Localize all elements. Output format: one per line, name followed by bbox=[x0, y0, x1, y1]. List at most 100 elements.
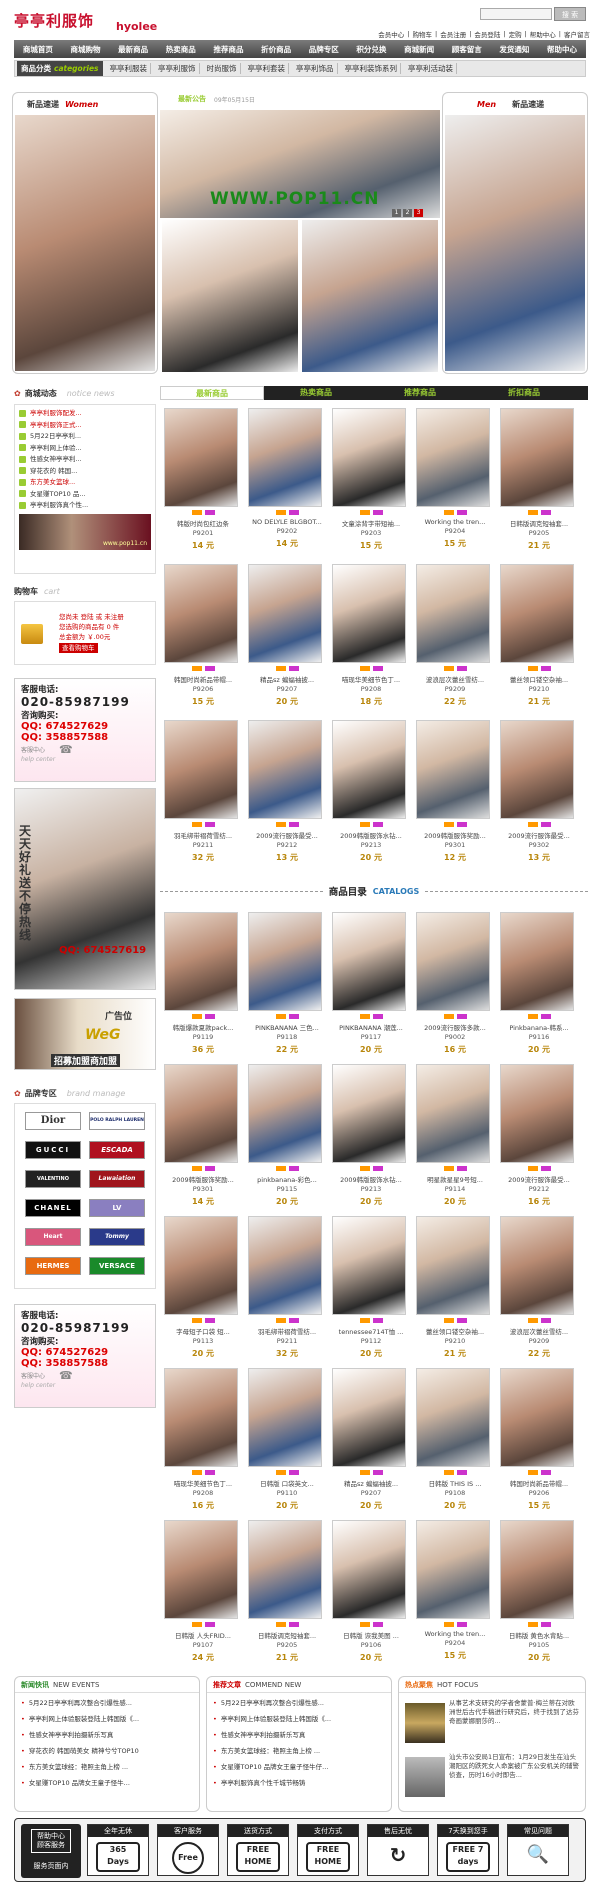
product-image[interactable] bbox=[164, 720, 238, 819]
nav-item[interactable]: 发货通知 bbox=[499, 44, 529, 55]
product-image[interactable] bbox=[500, 912, 574, 1011]
product-card[interactable]: 波浪层次蕾丝雪纺... P9209 22 元 bbox=[500, 1216, 578, 1361]
news-item[interactable]: 东方美女篮球... bbox=[19, 477, 151, 489]
pager-button[interactable]: 1 bbox=[392, 209, 401, 217]
product-name[interactable]: 2009流行服饰最受... bbox=[248, 830, 326, 840]
brand-logo[interactable]: VALENTINO bbox=[25, 1170, 81, 1188]
product-image[interactable] bbox=[164, 1064, 238, 1163]
product-image[interactable] bbox=[164, 408, 238, 507]
product-card[interactable]: PINKBANANA 三色... P9118 22 元 bbox=[248, 912, 326, 1057]
product-image[interactable] bbox=[164, 1368, 238, 1467]
product-card[interactable]: 字母短子口袋 短... P9113 20 元 bbox=[164, 1216, 242, 1361]
product-card[interactable]: 2009韩版服饰水钻... P9213 20 元 bbox=[332, 720, 410, 865]
news-item[interactable]: 亭亭利服饰配发... bbox=[19, 408, 151, 420]
product-name[interactable]: 日韩版 人头FRID... bbox=[164, 1630, 242, 1640]
product-image[interactable] bbox=[500, 1368, 574, 1467]
brand-logo[interactable]: Heart bbox=[25, 1228, 81, 1246]
nav-item[interactable]: 推荐商品 bbox=[213, 44, 243, 55]
product-card[interactable]: Working the tren... P9204 15 元 bbox=[416, 1520, 494, 1665]
product-name[interactable]: NO DELYLE BLGBOT... bbox=[248, 518, 326, 526]
product-image[interactable] bbox=[248, 1520, 322, 1619]
news-item[interactable]: 亭亭利服饰正式... bbox=[19, 420, 151, 432]
product-card[interactable]: 2009韩版服饰奖励... P9301 14 元 bbox=[164, 1064, 242, 1209]
hot-focus-text[interactable]: 从事艺术支研究的学者舍蒙普·梅兰蒂在对欧洲世后古代手稿进行研究后，终于找到了达芬… bbox=[449, 1699, 581, 1745]
view-cart-button[interactable]: 查看购物车 bbox=[59, 643, 98, 653]
product-image[interactable] bbox=[416, 1368, 490, 1467]
news-link[interactable]: 亭亭利网上体验服装登陆上韩国版《... bbox=[21, 1711, 193, 1727]
top-link[interactable]: 会员注册 bbox=[440, 29, 466, 39]
product-name[interactable]: 韩国时尚新品带帽... bbox=[164, 674, 242, 684]
banner-photo-left[interactable] bbox=[162, 220, 298, 372]
service-faq[interactable]: 常见问题 🔍 bbox=[507, 1824, 569, 1876]
product-card[interactable]: 文童涂背字带短袖... P9203 15 元 bbox=[332, 408, 410, 553]
product-card[interactable]: NO DELYLE BLGBOT... P9202 14 元 bbox=[248, 408, 326, 553]
product-card[interactable]: 2009流行服饰最受... P9212 13 元 bbox=[248, 720, 326, 865]
product-image[interactable] bbox=[416, 408, 490, 507]
product-card[interactable]: 蕾丝领口镂空杂袖... P9210 21 元 bbox=[500, 564, 578, 709]
service-aftersale[interactable]: 售后无忧 ↻ bbox=[367, 1824, 429, 1876]
product-name[interactable]: 文童涂背字带短袖... bbox=[332, 518, 410, 528]
product-card[interactable]: 2009流行服饰多款... P9002 16 元 bbox=[416, 912, 494, 1057]
product-card[interactable]: 日韩版 THIS IS ... P9108 20 元 bbox=[416, 1368, 494, 1513]
product-name[interactable]: tennessee714T恤 ... bbox=[332, 1326, 410, 1336]
brand-logo[interactable]: Dior bbox=[25, 1112, 81, 1130]
product-card[interactable]: PINKBANANA 潮莲... P9117 20 元 bbox=[332, 912, 410, 1057]
pager-button[interactable]: 2 bbox=[403, 209, 412, 217]
pager-button-active[interactable]: 3 bbox=[414, 209, 423, 217]
tab-recommend[interactable]: 推荐商品 bbox=[368, 386, 472, 400]
product-card[interactable]: 日韩版调克短袖套... P9205 21 元 bbox=[248, 1520, 326, 1665]
tab-new[interactable]: 最新商品 bbox=[160, 386, 264, 400]
service-delivery[interactable]: 送货方式 FREE HOME bbox=[227, 1824, 289, 1876]
product-name[interactable]: 精品sz 蝙蝠袖披... bbox=[248, 674, 326, 684]
product-image[interactable] bbox=[416, 1064, 490, 1163]
product-name[interactable]: 明星款星星9号短... bbox=[416, 1174, 494, 1184]
category-item[interactable]: 亭亭利服饰 bbox=[155, 63, 200, 74]
product-image[interactable] bbox=[332, 1520, 406, 1619]
article-link[interactable]: 5月22日亭亭利再次整合引爆性感... bbox=[213, 1695, 385, 1711]
product-name[interactable]: Working the tren... bbox=[416, 1630, 494, 1638]
product-image[interactable] bbox=[416, 564, 490, 663]
nav-item[interactable]: 商城购物 bbox=[70, 44, 100, 55]
product-card[interactable]: tennessee714T恤 ... P9112 20 元 bbox=[332, 1216, 410, 1361]
product-card[interactable]: 日韩版 诙我美图 ... P9106 20 元 bbox=[332, 1520, 410, 1665]
news-thumbnail[interactable] bbox=[405, 1757, 445, 1797]
banner-photo-right[interactable] bbox=[302, 220, 438, 372]
brand-logo[interactable]: CHANEL bbox=[25, 1199, 81, 1217]
news-footer-banner[interactable]: www.pop11.cn bbox=[19, 513, 151, 550]
product-card[interactable]: 2009韩版服饰奖励... P9301 12 元 bbox=[416, 720, 494, 865]
product-name[interactable]: pinkbanana-彩色... bbox=[248, 1174, 326, 1184]
category-item[interactable]: 亭亭利装饰系列 bbox=[342, 63, 402, 74]
nav-item[interactable]: 商城新闻 bbox=[404, 44, 434, 55]
nav-item[interactable]: 最新商品 bbox=[118, 44, 148, 55]
product-image[interactable] bbox=[500, 1064, 574, 1163]
product-name[interactable]: 羽毛绑带褶荷雪纺... bbox=[248, 1326, 326, 1336]
product-name[interactable]: 羽毛绑带褶荷雪纺... bbox=[164, 830, 242, 840]
service-customer[interactable]: 客户服务 Free bbox=[157, 1824, 219, 1876]
product-name[interactable]: 日韩版调克短袖套... bbox=[248, 1630, 326, 1640]
top-link[interactable]: 会员登陆 bbox=[474, 29, 500, 39]
product-image[interactable] bbox=[416, 1216, 490, 1315]
news-link[interactable]: 性感女神亭亭利拍摄新乐写真 bbox=[21, 1727, 193, 1743]
promo-banner[interactable]: 天天好礼送不停热线 QQ: 674527619 bbox=[14, 788, 156, 990]
product-name[interactable]: 波浪层次蕾丝雪纺... bbox=[500, 1326, 578, 1336]
product-image[interactable] bbox=[416, 720, 490, 819]
product-name[interactable]: 韩国时尚新品带帽... bbox=[500, 1478, 578, 1488]
category-item[interactable]: 时尚服饰 bbox=[204, 63, 241, 74]
product-name[interactable]: 喵现华美细节色丁... bbox=[332, 674, 410, 684]
product-image[interactable] bbox=[248, 408, 322, 507]
product-name[interactable]: 2009韩版服饰奖励... bbox=[164, 1174, 242, 1184]
product-image[interactable] bbox=[500, 408, 574, 507]
category-item[interactable]: 亭亭利套装 bbox=[245, 63, 290, 74]
product-image[interactable] bbox=[500, 564, 574, 663]
brand-logo[interactable]: Tommy bbox=[89, 1228, 145, 1246]
product-card[interactable]: 羽毛绑带褶荷雪纺... P9211 32 元 bbox=[164, 720, 242, 865]
product-name[interactable]: 喵现华美细节色丁... bbox=[164, 1478, 242, 1488]
product-name[interactable]: PINKBANANA 潮莲... bbox=[332, 1022, 410, 1032]
top-link[interactable]: 帮助中心 bbox=[530, 29, 556, 39]
brand-logo[interactable]: Lawaiation bbox=[89, 1170, 145, 1188]
product-image[interactable] bbox=[248, 564, 322, 663]
product-name[interactable]: 日韩版 THIS IS ... bbox=[416, 1478, 494, 1488]
product-name[interactable]: Pinkbanana-韩系... bbox=[500, 1022, 578, 1032]
product-image[interactable] bbox=[332, 408, 406, 507]
product-image[interactable] bbox=[248, 720, 322, 819]
